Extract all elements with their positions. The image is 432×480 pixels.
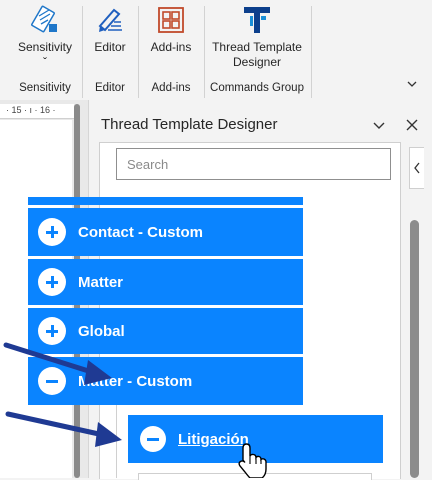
thread-template-label-line1: Thread Template: [212, 40, 302, 54]
group-label-commands: Commands Group: [210, 82, 304, 94]
subsection-body: [138, 473, 372, 480]
editor-pen-icon: [98, 8, 122, 32]
group-divider: [311, 6, 312, 98]
subsection-litigacion[interactable]: Litigación: [128, 415, 383, 463]
collapse-tab[interactable]: [409, 147, 424, 189]
accordion-label: Matter - Custom: [78, 373, 193, 390]
accordion-label: Global: [78, 323, 125, 340]
chevron-down-icon: ˇ: [43, 55, 47, 69]
chevron-left-icon: [414, 162, 420, 174]
group-divider: [82, 6, 83, 98]
collapse-minus-icon: [140, 426, 166, 452]
subsection-label-link[interactable]: Litigación: [178, 431, 249, 448]
accordion-item-matter-custom[interactable]: Matter - Custom: [28, 357, 303, 405]
pane-title: Thread Template Designer: [101, 116, 278, 133]
group-divider: [204, 6, 205, 98]
accordion-label: Matter: [78, 274, 124, 291]
accordion-item-matter[interactable]: Matter: [28, 259, 303, 305]
add-ins-grid-icon: [158, 7, 184, 33]
ribbon: Sensitivity ˇ Sensitivity Editor Editor …: [0, 0, 432, 100]
expand-plus-icon: [38, 268, 66, 296]
search-input[interactable]: [117, 149, 390, 179]
thread-template-label-line2: Designer: [232, 55, 282, 69]
ruler: · 15 · ı · 16 ·: [0, 104, 74, 119]
group-label-sensitivity: Sensitivity: [19, 82, 71, 94]
search-field[interactable]: [116, 148, 391, 180]
sensitivity-icon: [31, 5, 57, 33]
expand-plus-icon: [38, 317, 66, 345]
ruler-marks: · 15 · ı · 16 ·: [6, 105, 56, 115]
thread-template-logo-icon: [244, 7, 270, 33]
editor-button[interactable]: Editor: [88, 4, 132, 55]
ribbon-expand-chevron-icon[interactable]: [406, 78, 418, 90]
accordion-label: Contact - Custom: [78, 224, 203, 241]
sensitivity-button-label: Sensitivity: [17, 40, 73, 54]
accordion-item-contact-custom[interactable]: Contact - Custom: [28, 208, 303, 256]
thread-template-designer-button[interactable]: Thread Template Designer: [208, 4, 306, 70]
close-icon[interactable]: [405, 118, 419, 132]
group-label-editor: Editor: [94, 82, 126, 94]
group-label-add-ins: Add-ins: [151, 82, 191, 94]
pane-options-chevron-icon[interactable]: [372, 118, 386, 132]
editor-button-label: Editor: [94, 40, 126, 54]
collapse-minus-icon: [38, 367, 66, 395]
pane-scrollbar[interactable]: [410, 220, 419, 478]
group-divider: [138, 6, 139, 98]
accordion-item-global[interactable]: Global: [28, 308, 303, 354]
accordion-item-partial[interactable]: [28, 197, 303, 205]
sensitivity-button[interactable]: Sensitivity ˇ: [14, 4, 76, 70]
add-ins-button[interactable]: Add-ins: [144, 4, 198, 55]
expand-plus-icon: [38, 218, 66, 246]
add-ins-button-label: Add-ins: [150, 40, 192, 54]
